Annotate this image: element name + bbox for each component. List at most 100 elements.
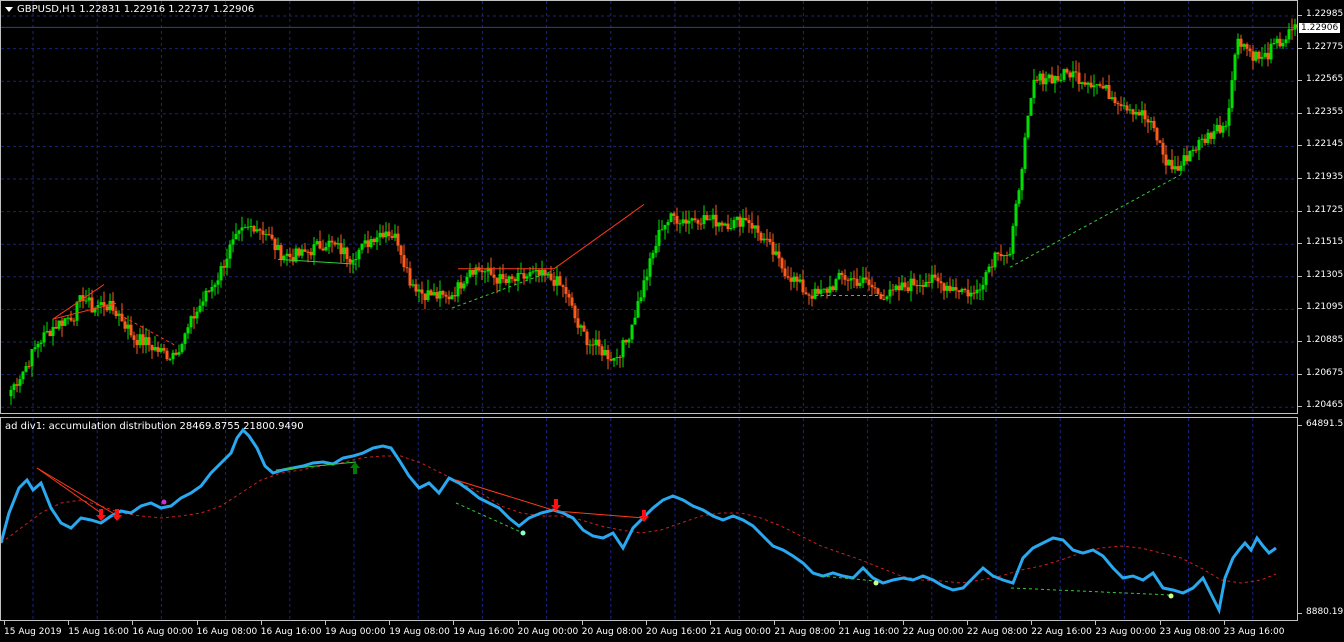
- candle-body: [213, 284, 217, 287]
- candle-body: [1194, 149, 1198, 151]
- candle-body: [456, 282, 460, 297]
- candle-body: [147, 337, 151, 346]
- candle-body: [588, 344, 592, 346]
- candle-body: [714, 214, 718, 227]
- candle-body: [732, 219, 736, 229]
- candle-body: [1119, 104, 1123, 107]
- ad-line: [1, 427, 1277, 615]
- divergence-line: [455, 502, 524, 534]
- candle-body: [1023, 137, 1027, 169]
- time-tick-label: 21 Aug 08:00: [774, 621, 836, 637]
- candle-body: [954, 287, 958, 291]
- price-axis[interactable]: 1.22985 1.22775 1.22565 1.22355 1.22145 1.219…: [1297, 0, 1344, 414]
- candle-body: [834, 279, 838, 291]
- candle-body: [21, 371, 25, 380]
- candle-body: [537, 269, 541, 276]
- candle-body: [564, 287, 568, 294]
- candle-body: [576, 318, 580, 328]
- candle-body: [150, 345, 154, 351]
- candle-body: [798, 279, 802, 282]
- candle-body: [543, 269, 547, 276]
- candle-body: [1008, 253, 1012, 256]
- candle-body: [1296, 24, 1297, 28]
- candle-body: [219, 266, 223, 281]
- candle-body: [303, 249, 307, 252]
- candle-body: [774, 251, 778, 255]
- candle-body: [201, 301, 205, 306]
- candle-body: [1143, 110, 1147, 120]
- time-tick-label: 19 Aug 16:00: [453, 621, 515, 637]
- candle-body: [603, 349, 607, 356]
- candle-body: [1239, 38, 1243, 47]
- candle-body: [360, 243, 364, 250]
- candle-body: [618, 357, 622, 359]
- candle-body: [462, 283, 466, 289]
- candle-body: [789, 277, 793, 282]
- candle-body: [972, 292, 976, 294]
- candle-body: [162, 348, 166, 351]
- candle-body: [1263, 52, 1267, 57]
- candle-body: [123, 321, 127, 329]
- price-chart-pane[interactable]: GBPUSD,H1 1.22831 1.22916 1.22737 1.2290…: [0, 0, 1298, 414]
- candle-body: [1077, 72, 1081, 84]
- candle-body: [660, 229, 664, 231]
- candle-body: [1278, 38, 1282, 47]
- candle-body: [327, 240, 331, 247]
- price-tick-label: 1.22775: [1297, 41, 1344, 52]
- candle-body: [240, 227, 244, 231]
- signal-dot: [873, 580, 879, 586]
- candle-body: [120, 313, 124, 322]
- candle-body: [828, 286, 832, 293]
- candle-body: [648, 258, 652, 277]
- candle-body: [258, 229, 262, 231]
- dropdown-triangle-icon[interactable]: [5, 6, 13, 12]
- price-tick-label: 1.21515: [1297, 237, 1344, 248]
- candle-body: [204, 290, 208, 302]
- candle-body: [1005, 255, 1009, 257]
- candle-body: [333, 242, 337, 245]
- signal-dot: [161, 499, 167, 505]
- candle-body: [426, 290, 430, 301]
- candle-body: [777, 251, 781, 259]
- candle-body: [813, 288, 817, 299]
- candle-body: [372, 239, 376, 243]
- candle-body: [888, 289, 892, 297]
- candle-body: [156, 347, 160, 352]
- buy-signal: [350, 462, 360, 474]
- candle-body: [597, 339, 601, 347]
- candle-body: [501, 274, 505, 280]
- candle-body: [1053, 76, 1057, 84]
- candle-body: [918, 284, 922, 286]
- candle-body: [1191, 149, 1195, 151]
- candle-body: [45, 330, 49, 333]
- candle-body: [432, 292, 436, 296]
- candle-body: [1095, 84, 1099, 86]
- accumulation-distribution-chart: [1, 418, 1277, 620]
- candle-body: [507, 276, 511, 283]
- candle-body: [504, 279, 508, 283]
- candle-body: [1125, 105, 1129, 111]
- indicator-axis[interactable]: 64891.5391 8880.1953: [1297, 417, 1344, 621]
- candle-body: [582, 325, 586, 332]
- candle-body: [39, 342, 43, 344]
- candle-body: [480, 270, 484, 273]
- candle-body: [483, 271, 487, 273]
- candle-body: [645, 276, 649, 281]
- candle-body: [1281, 42, 1285, 47]
- candle-body: [285, 253, 289, 256]
- candle-body: [288, 253, 292, 258]
- candle-body: [1041, 73, 1045, 85]
- candle-body: [741, 217, 745, 227]
- candle-body: [1179, 165, 1183, 171]
- candle-body: [84, 300, 88, 302]
- time-axis[interactable]: 15 Aug 2019 15 Aug 16:00 16 Aug 00:00 16 Au…: [0, 621, 1298, 642]
- candle-body: [1248, 48, 1252, 52]
- price-tick-label: 1.20885: [1297, 335, 1344, 345]
- candle-body: [567, 293, 571, 298]
- divergence-line: [36, 467, 102, 514]
- chart-window[interactable]: GBPUSD,H1 1.22831 1.22916 1.22737 1.2290…: [0, 0, 1344, 642]
- candle-body: [396, 233, 400, 246]
- candle-body: [237, 230, 241, 234]
- time-tick-label: 22 Aug 08:00: [967, 621, 1028, 637]
- indicator-pane[interactable]: ad div1: accumulation distribution 28469…: [0, 417, 1298, 621]
